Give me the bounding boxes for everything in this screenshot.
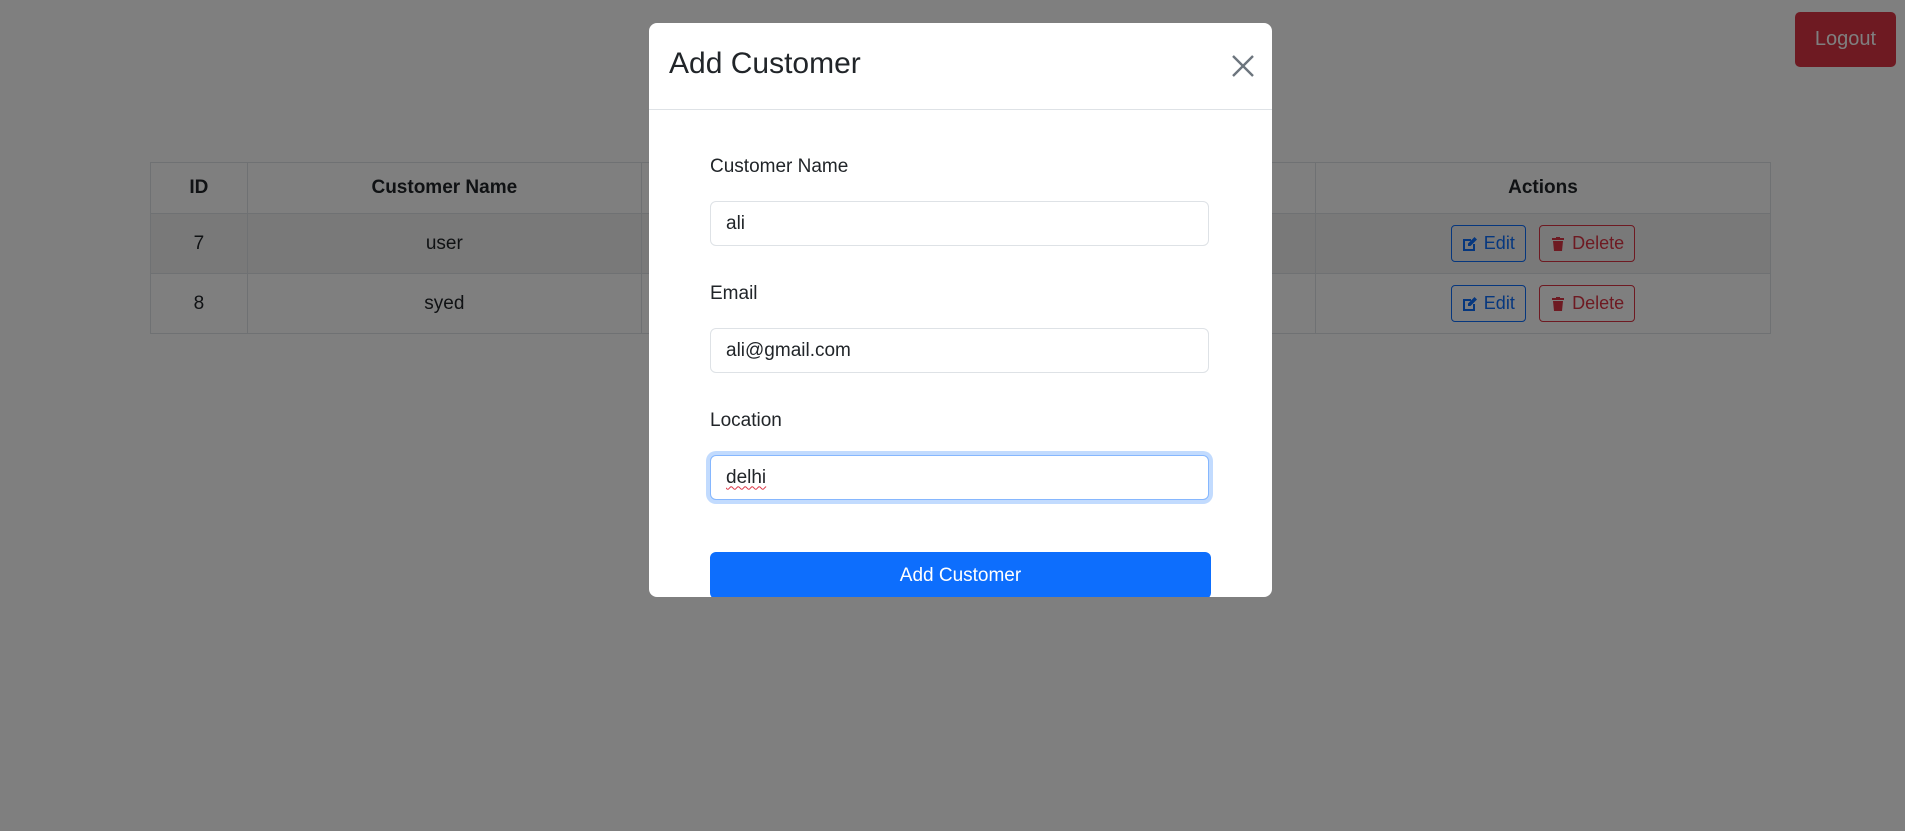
email-input[interactable]: ali@gmail.com bbox=[710, 328, 1209, 373]
email-value: ali@gmail.com bbox=[726, 339, 851, 361]
add-customer-button[interactable]: Add Customer bbox=[710, 552, 1211, 597]
customer-name-input[interactable]: ali bbox=[710, 201, 1209, 246]
modal-header: Add Customer bbox=[649, 23, 1272, 110]
location-label: Location bbox=[710, 410, 782, 431]
close-icon bbox=[1232, 55, 1254, 77]
close-button[interactable] bbox=[1227, 50, 1259, 82]
add-customer-modal: Add Customer Customer Name ali Email ali… bbox=[649, 23, 1272, 597]
customer-name-label: Customer Name bbox=[710, 156, 849, 177]
modal-title: Add Customer bbox=[669, 47, 861, 80]
email-label: Email bbox=[710, 283, 758, 304]
location-input[interactable]: delhi bbox=[710, 455, 1209, 500]
location-value: delhi bbox=[726, 466, 767, 488]
customer-name-value: ali bbox=[726, 212, 746, 234]
